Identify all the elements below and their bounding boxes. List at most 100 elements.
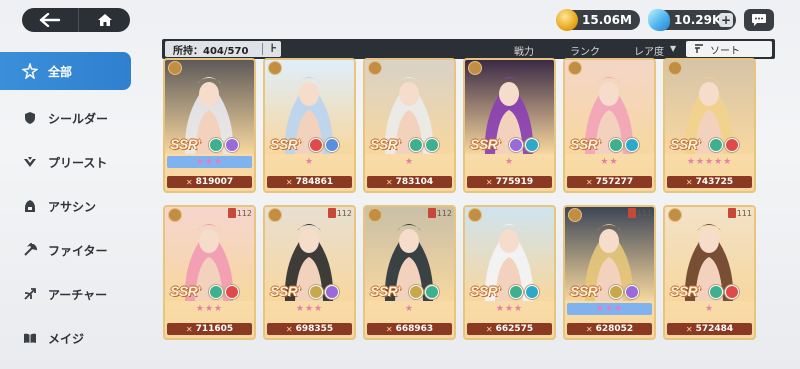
hero-card[interactable]: 112 SSR+ ★★★ ✕ 698355: [263, 205, 356, 340]
star-rating: ★★★★★: [686, 157, 733, 167]
book-icon: [22, 330, 38, 346]
element-badge-icon: [209, 138, 223, 152]
element-badges: [509, 285, 541, 299]
sidebar-item-label: 全部: [48, 64, 73, 79]
combat-power-value: 662575: [495, 324, 534, 334]
sort-rank-option[interactable]: ランク: [570, 43, 600, 58]
element-badge-icon: [409, 138, 423, 152]
hero-level: 112: [236, 208, 252, 218]
combat-power-bar: ✕ 775919: [467, 176, 552, 188]
combat-power-bar: ✕ 698355: [267, 323, 352, 335]
sort-button[interactable]: ソート: [686, 41, 772, 57]
crossed-swords-icon: ✕: [385, 324, 393, 334]
hero-card[interactable]: SSR+ ★★★ ✕ 819007: [163, 58, 256, 193]
ssr-rarity-icon: SSR+: [170, 283, 201, 299]
crossed-swords-icon: ✕: [685, 177, 693, 187]
element-badge-icon: [409, 285, 423, 299]
star-rating: ★★: [600, 157, 619, 167]
element-badge-icon: [209, 285, 223, 299]
combat-power-value: 572484: [695, 324, 734, 334]
class-icon: [668, 208, 682, 222]
combat-power-bar: ✕ 743725: [667, 176, 752, 188]
ssr-rarity-icon: SSR+: [270, 283, 301, 299]
sidebar-item-priest[interactable]: プリースト: [0, 140, 135, 184]
hero-card[interactable]: SSR+ ★ ✕ 783104: [363, 58, 456, 193]
hero-level: 111: [636, 208, 652, 218]
class-icon: [568, 208, 582, 222]
add-gems-button[interactable]: +: [719, 13, 733, 27]
shield-icon: [22, 110, 38, 126]
element-badge-icon: [325, 285, 339, 299]
sort-power-option[interactable]: 戦力: [514, 43, 534, 58]
back-arrow-icon: [39, 13, 61, 27]
sidebar-item-shielder[interactable]: シールダー: [0, 96, 135, 140]
ssr-rarity-icon: SSR+: [670, 283, 701, 299]
sidebar-item-label: アサシン: [48, 199, 97, 214]
gem-counter[interactable]: 10.29K +: [648, 9, 736, 31]
element-badge-icon: [225, 138, 239, 152]
hero-card[interactable]: 112 SSR+ ★★★ ✕ 711605: [163, 205, 256, 340]
pin-icon[interactable]: ⊦: [270, 41, 277, 55]
element-badge-icon: [509, 285, 523, 299]
star-rating: ★: [304, 157, 315, 167]
hero-card[interactable]: SSR+ ★★★★★ ✕ 743725: [663, 58, 756, 193]
tower-icon: [627, 208, 636, 218]
element-badge-icon: [525, 285, 539, 299]
element-badges: [609, 138, 641, 152]
star-rating: ★: [704, 304, 715, 314]
element-badges: [209, 285, 241, 299]
hero-card[interactable]: 111 SSR+ ★★★ ✕ 628052: [563, 205, 656, 340]
element-badges: [209, 138, 241, 152]
gold-counter[interactable]: 15.06M: [556, 9, 640, 31]
sidebar-item-label: ファイター: [48, 243, 108, 258]
back-button[interactable]: [22, 8, 78, 32]
crossed-swords-icon: ✕: [185, 324, 193, 334]
sidebar-item-archer[interactable]: アーチャー: [0, 272, 135, 316]
tower-icon: [327, 208, 336, 218]
dropdown-caret-icon[interactable]: ▼: [670, 44, 676, 53]
combat-power-value: 775919: [495, 177, 534, 187]
level-indicator: 112: [227, 208, 252, 218]
hero-card[interactable]: SSR+ ★★★ ✕ 662575: [463, 205, 556, 340]
crossed-swords-icon: ✕: [185, 177, 193, 187]
combat-power-bar: ✕ 628052: [567, 323, 652, 335]
sidebar-item-label: メイジ: [48, 331, 85, 346]
class-icon: [468, 61, 482, 75]
gem-amount: 10.29K: [674, 13, 722, 27]
owned-count-box[interactable]: 所持：404/570 ⊦: [165, 41, 281, 57]
element-badges: [709, 285, 741, 299]
crossed-swords-icon: ✕: [285, 177, 293, 187]
sidebar-item-all[interactable]: 全部: [0, 52, 131, 90]
element-badge-icon: [709, 138, 723, 152]
element-badge-icon: [325, 138, 339, 152]
crossed-swords-icon: ✕: [285, 324, 293, 334]
star-burst-icon: [22, 63, 38, 79]
class-icon: [168, 61, 182, 75]
home-button[interactable]: [78, 8, 130, 32]
ssr-rarity-icon: SSR+: [670, 136, 701, 152]
element-badges: [709, 138, 741, 152]
combat-power-bar: ✕ 662575: [467, 323, 552, 335]
sidebar-item-assassin[interactable]: アサシン: [0, 184, 135, 228]
hero-card[interactable]: SSR+ ★ ✕ 775919: [463, 58, 556, 193]
hero-card[interactable]: 111 SSR+ ★ ✕ 572484: [663, 205, 756, 340]
combat-power-value: 668963: [395, 324, 434, 334]
divider: [262, 43, 263, 55]
chat-button[interactable]: [744, 9, 774, 31]
sort-label: ソート: [710, 45, 740, 57]
tower-icon: [227, 208, 236, 218]
class-icon: [468, 208, 482, 222]
ssr-rarity-icon: SSR+: [470, 283, 501, 299]
hero-card[interactable]: 112 SSR+ ★ ✕ 668963: [363, 205, 456, 340]
sort-rarity-option[interactable]: レア度: [634, 43, 664, 58]
combat-power-bar: ✕ 572484: [667, 323, 752, 335]
bow-icon: [22, 286, 38, 302]
element-badges: [309, 138, 341, 152]
combat-power-value: 698355: [295, 324, 334, 334]
sidebar-item-fighter[interactable]: ファイター: [0, 228, 135, 272]
hero-card[interactable]: SSR+ ★ ✕ 784861: [263, 58, 356, 193]
sidebar-item-label: プリースト: [48, 155, 108, 170]
sidebar-item-mage[interactable]: メイジ: [0, 316, 135, 360]
star-rating: ★★★: [195, 304, 224, 314]
hero-card[interactable]: SSR+ ★★ ✕ 757277: [563, 58, 656, 193]
